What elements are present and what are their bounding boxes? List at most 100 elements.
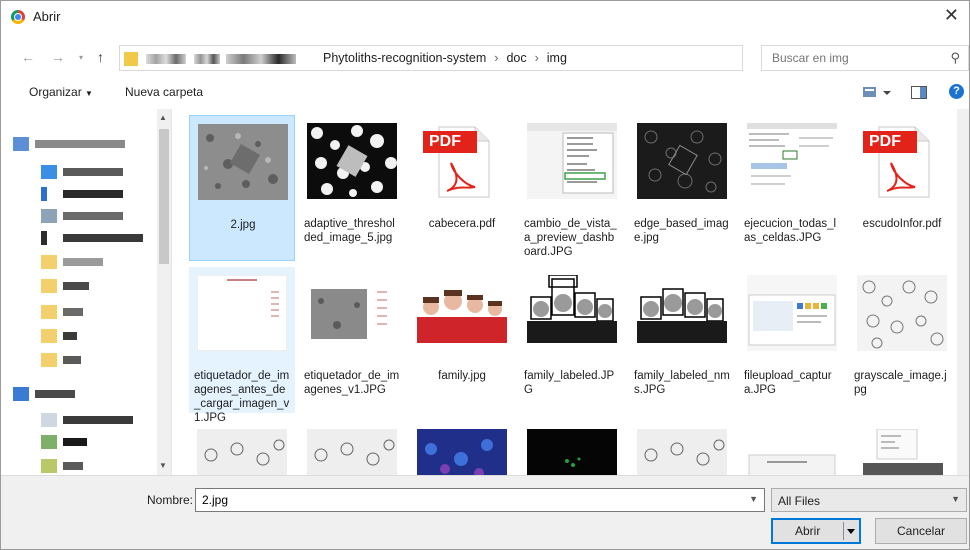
redacted-label: [35, 390, 75, 398]
sidebar-scrollbar[interactable]: ▲ ▼: [157, 109, 171, 475]
desktop-icon: [41, 165, 57, 179]
search-box[interactable]: ⚲: [761, 45, 969, 71]
chevron-down-icon[interactable]: ▼: [749, 494, 758, 504]
address-bar[interactable]: Phytoliths-recognition-system›doc›img ▼ …: [119, 45, 862, 71]
crumb-img[interactable]: img: [547, 51, 567, 65]
file-tile-cabecera-pdf[interactable]: PDF cabecera.pdf: [409, 115, 515, 261]
file-name: edge_based_image.jpg: [634, 218, 729, 244]
file-tile[interactable]: [409, 421, 515, 475]
file-tile-adaptive[interactable]: adaptive_thresholded_image_5.jpg: [299, 115, 405, 261]
navigation-pane[interactable]: ▲ ▼: [1, 109, 172, 475]
image-thumbnail: [197, 429, 287, 475]
this-pc-icon: [13, 387, 29, 401]
preview-pane-icon[interactable]: [911, 86, 927, 102]
organize-button[interactable]: Organizar ▼: [29, 85, 93, 99]
image-thumbnail: [747, 275, 837, 351]
recent-locations-chevron-icon[interactable]: ▾: [79, 53, 83, 62]
file-name-input[interactable]: [200, 492, 744, 508]
new-folder-button[interactable]: Nueva carpeta: [125, 85, 203, 99]
close-icon[interactable]: ✕: [944, 5, 959, 26]
folder-icon: [41, 305, 57, 319]
file-tile[interactable]: [739, 421, 845, 475]
file-tile-etiquetador-v1[interactable]: etiquetador_de_imagenes_v1.JPG: [299, 267, 405, 413]
redacted-label: [63, 308, 83, 316]
redacted-label: [63, 462, 83, 470]
file-name-label: Nombre:: [147, 493, 194, 507]
command-bar: Organizar ▼ Nueva carpeta ?: [1, 79, 969, 107]
redacted-label: [63, 332, 77, 340]
folder-icon: [41, 329, 57, 343]
search-input[interactable]: [770, 50, 944, 66]
redacted-label: [35, 140, 125, 148]
file-tile[interactable]: [519, 421, 625, 475]
file-tile-grayscale[interactable]: grayscale_image.jpg: [849, 267, 955, 413]
pdf-icon: PDF: [857, 123, 947, 199]
file-name: fileupload_captura.JPG: [744, 370, 832, 396]
downloads-icon: [41, 187, 47, 201]
drive-icon: [41, 435, 57, 449]
image-thumbnail: [417, 275, 507, 351]
help-icon[interactable]: ?: [949, 84, 964, 99]
drive-icon: [41, 459, 57, 473]
back-arrow-icon[interactable]: ←: [21, 49, 35, 65]
file-grid-scrollbar[interactable]: [957, 109, 969, 475]
documents-icon: [41, 209, 57, 223]
file-tile-family-labeled-nms[interactable]: family_labeled_nms.JPG: [629, 267, 735, 413]
file-tile[interactable]: [629, 421, 735, 475]
image-thumbnail: [747, 123, 837, 199]
scroll-up-icon[interactable]: ▲: [159, 113, 167, 122]
file-name: family.jpg: [438, 370, 486, 382]
redacted-path: [146, 54, 186, 64]
window-title: Abrir: [33, 9, 61, 24]
folder-icon: [41, 353, 57, 367]
scroll-down-icon[interactable]: ▼: [159, 461, 167, 470]
redacted-label: [63, 234, 143, 242]
cancel-button[interactable]: Cancelar: [875, 518, 967, 544]
file-name: cabecera.pdf: [428, 218, 496, 230]
file-name: 2.jpg: [230, 219, 256, 231]
view-options-icon[interactable]: [863, 86, 893, 101]
open-split-dropdown-icon[interactable]: [843, 522, 858, 540]
file-name-field[interactable]: ▼: [195, 488, 765, 512]
redacted-label: [63, 258, 103, 266]
file-tile-etiquetador-antes[interactable]: etiquetador_de_imagenes_antes_de_cargar_…: [189, 267, 295, 424]
chevron-down-icon[interactable]: ▼: [951, 494, 960, 504]
file-tile-edge-based[interactable]: edge_based_image.jpg: [629, 115, 735, 261]
search-icon[interactable]: ⚲: [950, 50, 960, 66]
image-thumbnail: [307, 429, 397, 475]
up-arrow-icon[interactable]: ↑: [97, 49, 104, 65]
folder-icon: [41, 255, 57, 269]
redacted-path: [226, 54, 296, 64]
redacted-label: [63, 168, 123, 176]
file-tile-escudoinfor-pdf[interactable]: PDF escudoInfor.pdf: [849, 115, 955, 261]
file-name: escudoInfor.pdf: [862, 218, 942, 230]
image-thumbnail: [637, 275, 727, 351]
forward-arrow-icon[interactable]: →: [51, 49, 65, 65]
folder-icon: [124, 52, 138, 66]
file-tile[interactable]: [189, 421, 295, 475]
file-name: cambio_de_vista_a_preview_dashboard.JPG: [524, 218, 617, 258]
drive-icon: [41, 413, 57, 427]
file-tile[interactable]: [299, 421, 405, 475]
file-tile-ejecucion[interactable]: ejecucion_todas_las_celdas.JPG: [739, 115, 845, 261]
file-tile-family[interactable]: family.jpg: [409, 267, 515, 413]
file-type-select[interactable]: All Files ▼: [771, 488, 967, 512]
sidebar-scroll-thumb[interactable]: [159, 129, 169, 264]
file-tile-cambio-de-vista[interactable]: cambio_de_vista_a_preview_dashboard.JPG: [519, 115, 625, 261]
crumb-doc[interactable]: doc: [506, 51, 526, 65]
open-button[interactable]: Abrir: [771, 518, 861, 544]
file-tile-family-labeled[interactable]: family_labeled.JPG: [519, 267, 625, 413]
image-thumbnail: [857, 429, 947, 475]
redacted-label: [63, 282, 89, 290]
breadcrumb: Phytoliths-recognition-system › doc › img: [323, 51, 567, 65]
file-name: adaptive_thresholded_image_5.jpg: [304, 218, 395, 244]
pdf-icon: PDF: [417, 123, 507, 199]
pdf-label: PDF: [869, 133, 901, 150]
file-tile[interactable]: [849, 421, 955, 475]
file-name-bar: Nombre: ▼ All Files ▼ Abrir Cancelar: [1, 475, 969, 549]
file-tile-2-jpg[interactable]: 2.jpg: [189, 115, 295, 261]
crumb-project[interactable]: Phytoliths-recognition-system: [323, 51, 486, 65]
file-tile-fileupload[interactable]: fileupload_captura.JPG: [739, 267, 845, 413]
image-thumbnail: [198, 124, 288, 200]
file-name: etiquetador_de_imagenes_antes_de_cargar_…: [194, 370, 290, 424]
